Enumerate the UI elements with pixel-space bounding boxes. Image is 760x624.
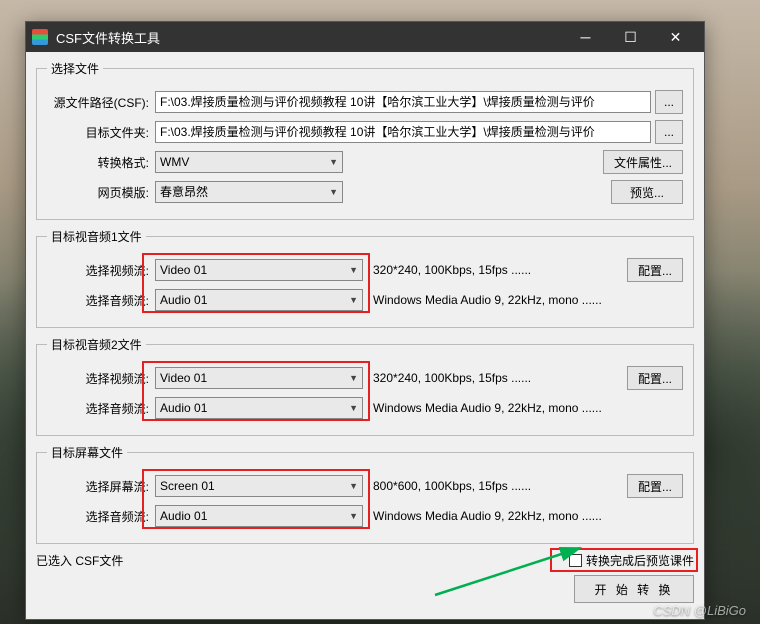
av1-video-select[interactable]: Video 01 ▼ [155,259,363,281]
minimize-button[interactable]: ─ [563,22,608,52]
template-label: 网页模版: [47,184,155,201]
chevron-down-icon: ▼ [349,260,358,280]
screen-audio-info: Windows Media Audio 9, 22kHz, mono .....… [363,509,683,523]
group-screen: 目标屏幕文件 选择屏幕流: Screen 01 ▼ 800*600, 100Kb… [36,444,694,544]
av2-video-select[interactable]: Video 01 ▼ [155,367,363,389]
chevron-down-icon: ▼ [349,290,358,310]
av2-audio-info: Windows Media Audio 9, 22kHz, mono .....… [363,401,683,415]
chevron-down-icon: ▼ [349,476,358,496]
av1-config-button[interactable]: 配置... [627,258,683,282]
screen-stream-select[interactable]: Screen 01 ▼ [155,475,363,497]
av2-audio-label: 选择音频流: [47,400,155,417]
template-select[interactable]: 春意昂然 ▼ [155,181,343,203]
av2-video-info: 320*240, 100Kbps, 15fps ...... [363,371,627,385]
screen-stream-label: 选择屏幕流: [47,478,155,495]
screen-config-button[interactable]: 配置... [627,474,683,498]
target-folder-input[interactable]: F:\03.焊接质量检测与评价视频教程 10讲【哈尔滨工业大学】\焊接质量检测与… [155,121,651,143]
group-av2-legend: 目标视音频2文件 [47,336,146,353]
chevron-down-icon: ▼ [349,368,358,388]
chevron-down-icon: ▼ [329,182,338,202]
client-area: 选择文件 源文件路径(CSF): F:\03.焊接质量检测与评价视频教程 10讲… [26,52,704,619]
title-bar: CSF文件转换工具 ─ ☐ ✕ [26,22,704,52]
av2-config-button[interactable]: 配置... [627,366,683,390]
maximize-button[interactable]: ☐ [608,22,653,52]
av1-video-label: 选择视频流: [47,262,155,279]
app-window: CSF文件转换工具 ─ ☐ ✕ 选择文件 源文件路径(CSF): F:\03.焊… [25,21,705,620]
av1-audio-label: 选择音频流: [47,292,155,309]
window-title: CSF文件转换工具 [56,28,563,47]
group-av2: 目标视音频2文件 选择视频流: Video 01 ▼ 320*240, 100K… [36,336,694,436]
chevron-down-icon: ▼ [349,398,358,418]
file-properties-button[interactable]: 文件属性... [603,150,683,174]
close-button[interactable]: ✕ [653,22,698,52]
screen-audio-select[interactable]: Audio 01 ▼ [155,505,363,527]
av2-audio-select[interactable]: Audio 01 ▼ [155,397,363,419]
group-av1: 目标视音频1文件 选择视频流: Video 01 ▼ 320*240, 100K… [36,228,694,328]
group-av1-legend: 目标视音频1文件 [47,228,146,245]
format-label: 转换格式: [47,154,155,171]
av2-video-label: 选择视频流: [47,370,155,387]
group-select-file-legend: 选择文件 [47,60,103,77]
av1-video-info: 320*240, 100Kbps, 15fps ...... [363,263,627,277]
source-browse-button[interactable]: ... [655,90,683,114]
preview-after-checkbox[interactable] [569,554,582,567]
av1-audio-select[interactable]: Audio 01 ▼ [155,289,363,311]
target-folder-label: 目标文件夹: [47,124,155,141]
chevron-down-icon: ▼ [349,506,358,526]
chevron-down-icon: ▼ [329,152,338,172]
screen-audio-label: 选择音频流: [47,508,155,525]
start-convert-button[interactable]: 开 始 转 换 [574,575,694,603]
app-icon [32,29,48,45]
av1-audio-info: Windows Media Audio 9, 22kHz, mono .....… [363,293,683,307]
screen-stream-info: 800*600, 100Kbps, 15fps ...... [363,479,627,493]
preview-after-label: 转换完成后预览课件 [586,552,694,569]
preview-button[interactable]: 预览... [611,180,683,204]
group-select-file: 选择文件 源文件路径(CSF): F:\03.焊接质量检测与评价视频教程 10讲… [36,60,694,220]
source-path-label: 源文件路径(CSF): [47,94,155,111]
group-screen-legend: 目标屏幕文件 [47,444,127,461]
format-select[interactable]: WMV ▼ [155,151,343,173]
watermark: CSDN @LiBiGo [653,603,746,618]
selected-csf-label: 已选入 CSF文件 [36,552,123,569]
source-path-input[interactable]: F:\03.焊接质量检测与评价视频教程 10讲【哈尔滨工业大学】\焊接质量检测与… [155,91,651,113]
target-browse-button[interactable]: ... [655,120,683,144]
